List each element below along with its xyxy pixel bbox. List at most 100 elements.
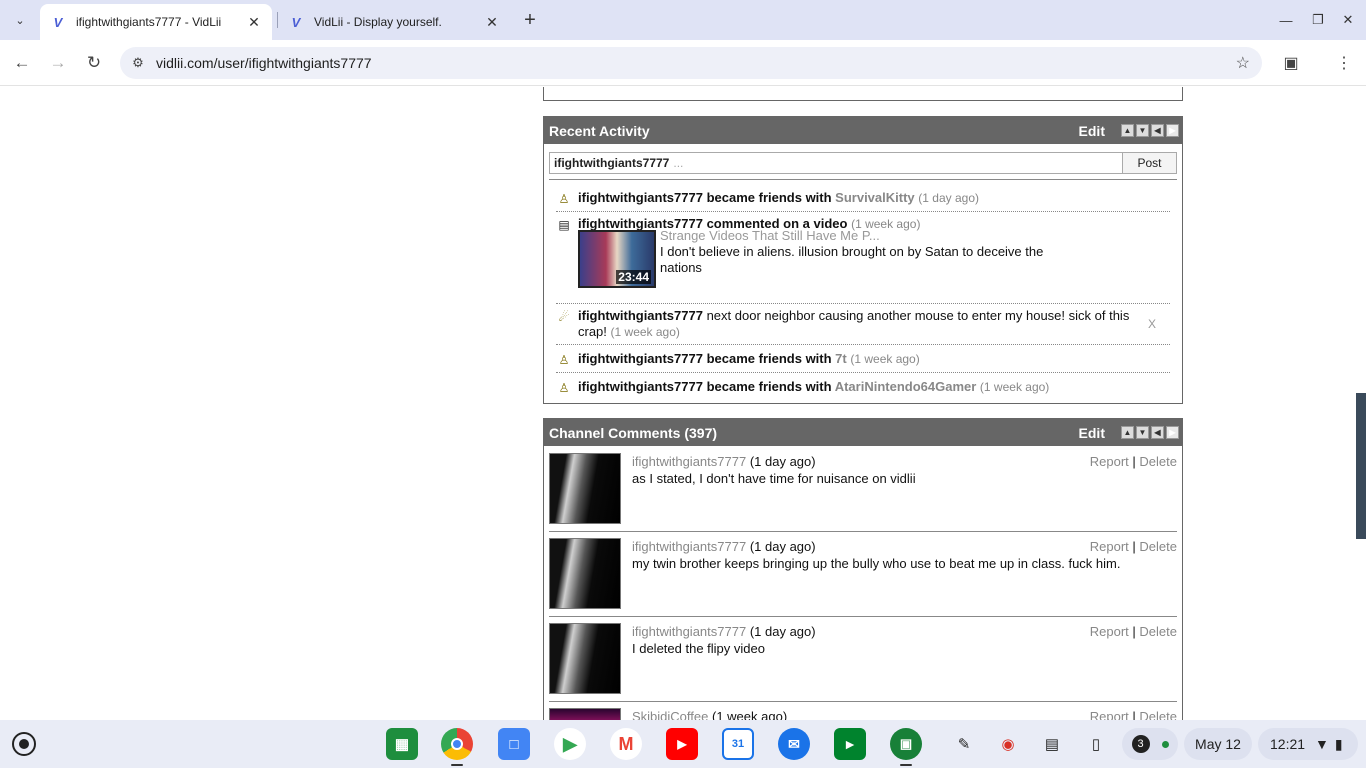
minimize-icon[interactable]: — <box>1274 8 1298 32</box>
report-link[interactable]: Report <box>1090 624 1129 639</box>
reload-icon[interactable]: ↻ <box>81 50 107 76</box>
activity-item: ☄ ifightwithgiants7777 next door neighbo… <box>556 308 1170 340</box>
restore-window-icon[interactable]: ❐ <box>1306 8 1330 32</box>
comment-time: (1 day ago) <box>749 454 816 469</box>
video-title-link[interactable]: Strange Videos That Still Have Me P... <box>660 228 880 243</box>
messages-icon[interactable]: ✉ <box>778 728 810 760</box>
edit-link[interactable]: Edit <box>1079 123 1105 139</box>
video-duration: 23:44 <box>616 270 651 284</box>
move-down-icon[interactable]: ▼ <box>1136 426 1149 439</box>
post-button[interactable]: Post <box>1122 153 1176 173</box>
forward-arrow-icon[interactable]: → <box>45 50 71 76</box>
vidlii-favicon-icon: V <box>53 14 63 30</box>
activity-time: (1 week ago) <box>979 380 1050 394</box>
files-icon[interactable]: □ <box>498 728 530 760</box>
date-text: May 12 <box>1195 736 1241 752</box>
divider <box>556 344 1170 345</box>
delete-link[interactable]: Delete <box>1139 539 1177 554</box>
delete-link[interactable]: Delete <box>1139 624 1177 639</box>
close-window-icon[interactable]: ✕ <box>1336 8 1360 32</box>
address-bar[interactable]: ⚙ vidlii.com/user/ifightwithgiants7777 ☆ <box>120 47 1262 79</box>
edit-link[interactable]: Edit <box>1079 425 1105 441</box>
date-tray[interactable]: May 12 <box>1184 728 1252 760</box>
move-left-icon[interactable]: ◀ <box>1151 124 1164 137</box>
move-up-icon[interactable]: ▲ <box>1121 426 1134 439</box>
app-grid-icon[interactable]: ▦ <box>386 728 418 760</box>
avatar[interactable] <box>549 708 621 720</box>
remove-status-button[interactable]: X <box>1148 317 1156 331</box>
comment-time: (1 day ago) <box>749 539 816 554</box>
notification-tray[interactable]: 3 <box>1122 728 1178 760</box>
delete-link[interactable]: Delete <box>1139 709 1177 720</box>
comment-author[interactable]: ifightwithgiants7777 <box>632 624 746 639</box>
report-link[interactable]: Report <box>1090 454 1129 469</box>
activity-target[interactable]: SurvivalKitty <box>835 190 914 205</box>
close-tab-icon[interactable]: ✕ <box>246 14 262 31</box>
divider <box>556 211 1170 212</box>
tab-search-chevron-icon[interactable]: ⌄ <box>8 8 32 32</box>
vidlii-favicon-icon: V <box>291 14 301 30</box>
move-right-icon[interactable]: ▶ <box>1166 426 1179 439</box>
comment-author[interactable]: SkibidiCoffee <box>632 709 708 720</box>
tab-inactive[interactable]: V VidLii - Display yourself. ✕ <box>278 4 510 40</box>
recent-activity-module: Recent Activity Edit ▲ ▼ ◀ ▶ ifightwithg… <box>543 116 1183 404</box>
separator: | <box>1132 624 1136 639</box>
activity-time: (1 day ago) <box>918 191 979 205</box>
tab-active[interactable]: V ifightwithgiants7777 - VidLii ✕ <box>40 4 272 40</box>
back-arrow-icon[interactable]: ← <box>9 50 35 76</box>
launcher-icon[interactable] <box>12 732 36 756</box>
pen-icon[interactable]: ✎ <box>952 732 976 756</box>
comment-time: (1 day ago) <box>749 624 816 639</box>
site-info-icon[interactable]: ⚙ <box>120 55 156 71</box>
clock-text: 12:21 <box>1270 736 1306 752</box>
avatar[interactable] <box>549 538 621 609</box>
activity-item: ▤ ifightwithgiants7777 commented on a vi… <box>556 216 1170 296</box>
avatar[interactable] <box>549 453 621 524</box>
more-menu-icon[interactable]: ⋮ <box>1331 50 1357 76</box>
comment-item: ifightwithgiants7777 (1 day ago) I delet… <box>549 618 1177 703</box>
gmail-icon[interactable]: M <box>610 728 642 760</box>
status-tray[interactable]: 12:21 ▼ ▮ <box>1258 728 1358 760</box>
battery-icon: ▮ <box>1334 735 1343 752</box>
wifi-icon: ▼ <box>1315 736 1329 752</box>
play-store-icon[interactable]: ▶ <box>554 728 586 760</box>
avatar[interactable] <box>549 623 621 694</box>
delete-link[interactable]: Delete <box>1139 454 1177 469</box>
comment-item: SkibidiCoffee (1 week ago) Report | Dele… <box>549 703 1177 720</box>
move-left-icon[interactable]: ◀ <box>1151 426 1164 439</box>
activity-target[interactable]: 7t <box>835 351 847 366</box>
new-tab-plus-icon[interactable]: + <box>518 8 542 32</box>
calendar-icon[interactable]: 31 <box>722 728 754 760</box>
activity-target[interactable]: AtariNintendo64Gamer <box>835 379 977 394</box>
page-scrollbar[interactable] <box>1356 393 1366 539</box>
phone-hub-icon[interactable]: ▯ <box>1084 732 1108 756</box>
close-tab-icon[interactable]: ✕ <box>484 14 500 31</box>
url-text[interactable]: vidlii.com/user/ifightwithgiants7777 <box>156 55 372 71</box>
activity-user[interactable]: ifightwithgiants7777 <box>578 308 703 323</box>
clipboard-icon[interactable]: ▤ <box>1040 732 1064 756</box>
activity-user[interactable]: ifightwithgiants7777 <box>578 190 703 205</box>
module-title: Channel Comments (397) <box>549 424 718 441</box>
comment-author[interactable]: ifightwithgiants7777 <box>632 539 746 554</box>
tab-title: ifightwithgiants7777 - VidLii <box>76 15 222 29</box>
move-right-icon[interactable]: ▶ <box>1166 124 1179 137</box>
chrome-icon[interactable] <box>441 728 473 760</box>
activity-user[interactable]: ifightwithgiants7777 <box>578 379 703 394</box>
bookmark-star-icon[interactable]: ☆ <box>1236 53 1250 73</box>
extensions-puzzle-icon[interactable]: ▣ <box>1278 50 1304 76</box>
screen-record-icon[interactable]: ◉ <box>996 732 1020 756</box>
move-up-icon[interactable]: ▲ <box>1121 124 1134 137</box>
meet-icon[interactable]: ► <box>834 728 866 760</box>
move-down-icon[interactable]: ▼ <box>1136 124 1149 137</box>
status-input[interactable]: ifightwithgiants7777 ... <box>550 153 1123 173</box>
page-content: Recent Activity Edit ▲ ▼ ◀ ▶ ifightwithg… <box>0 87 1366 720</box>
classroom-icon[interactable]: ▣ <box>890 728 922 760</box>
comment-author[interactable]: ifightwithgiants7777 <box>632 454 746 469</box>
report-link[interactable]: Report <box>1090 539 1129 554</box>
activity-user[interactable]: ifightwithgiants7777 <box>578 351 703 366</box>
comment-body: as I stated, I don't have time for nuisa… <box>632 471 916 486</box>
report-link[interactable]: Report <box>1090 709 1129 720</box>
video-thumbnail[interactable]: 23:44 <box>578 230 656 288</box>
youtube-icon[interactable]: ▶ <box>666 728 698 760</box>
recent-activity-header: Recent Activity Edit ▲ ▼ ◀ ▶ <box>544 117 1182 144</box>
